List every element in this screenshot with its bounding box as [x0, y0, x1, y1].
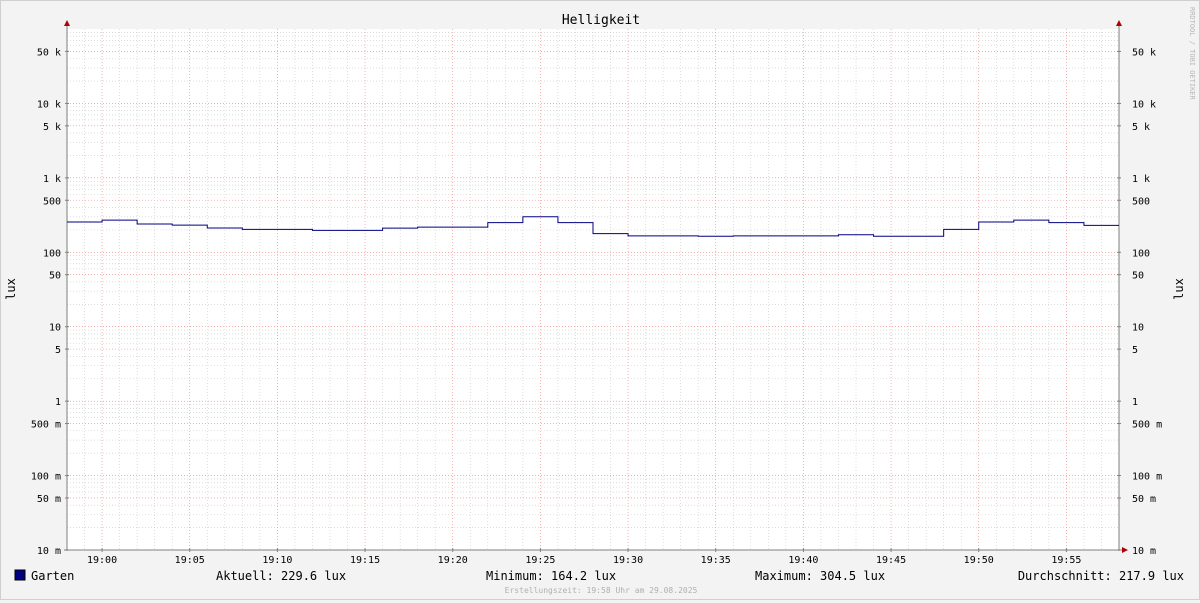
y-tick-label-left: 1 k [43, 174, 61, 185]
y-tick-label-left: 50 [49, 271, 61, 282]
x-tick-label: 19:55 [1051, 555, 1081, 566]
legend-durchschnitt: Durchschnitt: 217.9 lux [1018, 569, 1184, 583]
watermark: RRDTOOL / TOBI OETIKER [1188, 7, 1196, 101]
x-tick-label: 19:10 [262, 555, 292, 566]
y-tick-label-left: 50 k [37, 47, 61, 58]
y-tick-label-right: 50 k [1132, 47, 1156, 58]
chart-frame: 50 k 50 k 10 k 10 k 5 k 5 k 1 k 1 k 500 500 100 100… [0, 0, 1200, 600]
x-tick-label: 19:15 [350, 555, 380, 566]
legend-series-name: Garten [31, 569, 74, 583]
y-tick-label-left: 500 [43, 196, 61, 207]
y-tick-label-left: 500 m [31, 420, 61, 431]
y-tick-label-right: 10 m [1132, 546, 1156, 557]
x-tick-label: 19:30 [613, 555, 643, 566]
y-tick-label-right: 10 [1132, 323, 1144, 334]
y-tick-label-right: 10 k [1132, 99, 1156, 110]
y-tick-label-left: 100 [43, 248, 61, 259]
y-tick-label-right: 5 k [1132, 122, 1150, 133]
x-tick-labels: 19:00 19:05 19:10 19:15 19:20 19:25 19:30 19:35… [87, 555, 1081, 566]
x-tick-label: 19:05 [175, 555, 205, 566]
y-axis-left-arrow [64, 20, 70, 26]
y-tick-label-left: 5 [55, 345, 61, 356]
legend-maximum: Maximum: 304.5 lux [755, 569, 885, 583]
y-tick-label-left: 100 m [31, 472, 61, 483]
y-tick-label-right: 50 [1132, 271, 1144, 282]
x-tick-label: 19:00 [87, 555, 117, 566]
x-axis-arrow [1122, 547, 1128, 553]
y-tick-label-left: 10 k [37, 99, 61, 110]
y-tick-label-right: 1 [1132, 397, 1138, 408]
y-tick-label-left: 1 [55, 397, 61, 408]
x-tick-label: 19:25 [525, 555, 555, 566]
y-tick-label-right: 1 k [1132, 174, 1150, 185]
legend-swatch [14, 569, 26, 581]
y-tick-label-right: 500 m [1132, 420, 1162, 431]
legend-minimum: Minimum: 164.2 lux [486, 569, 616, 583]
chart-title: Helligkeit [562, 13, 640, 28]
y-tick-label-right: 100 [1132, 248, 1150, 259]
y-tick-label-left: 5 k [43, 122, 61, 133]
brightness-chart: 50 k 50 k 10 k 10 k 5 k 5 k 1 k 1 k 500 500 100 100… [4, 7, 1196, 595]
x-tick-label: 19:40 [788, 555, 818, 566]
x-tick-label: 19:45 [876, 555, 906, 566]
x-tick-label: 19:50 [964, 555, 994, 566]
y-axis-label-left: lux [4, 278, 18, 300]
y-tick-label-right: 5 [1132, 345, 1138, 356]
y-axis-label-right: lux [1172, 278, 1186, 300]
y-tick-label-right: 50 m [1132, 494, 1156, 505]
y-tick-label-left: 10 [49, 323, 61, 334]
x-tick-label: 19:35 [701, 555, 731, 566]
y-tick-label-left: 50 m [37, 494, 61, 505]
x-tick-label: 19:20 [438, 555, 468, 566]
y-tick-label-left: 10 m [37, 546, 61, 557]
y-tick-label-right: 100 m [1132, 472, 1162, 483]
creation-time-footer: Erstellungszeit: 19:58 Uhr am 29.08.2025 [505, 586, 698, 595]
y-tick-label-right: 500 [1132, 196, 1150, 207]
legend-aktuell: Aktuell: 229.6 lux [216, 569, 346, 583]
y-axis-right-arrow [1116, 20, 1122, 26]
